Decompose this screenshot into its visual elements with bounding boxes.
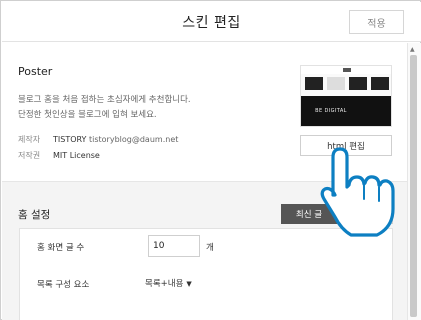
- hand-pointer-shape: [320, 147, 395, 237]
- skin-name: Poster: [18, 65, 53, 78]
- apply-button[interactable]: 적용: [349, 10, 404, 34]
- preview-tile: [371, 77, 389, 90]
- preview-tile: [349, 77, 367, 90]
- list-components-value: 목록+내용: [145, 279, 184, 289]
- preview-logo-mark: [343, 68, 351, 72]
- post-count-unit: 개: [206, 243, 214, 253]
- license-value: MIT License: [53, 151, 100, 160]
- author-email: tistoryblog@daum.net: [89, 135, 179, 144]
- preview-tile: [327, 77, 345, 90]
- list-components-label: 목록 구성 요소: [37, 280, 90, 290]
- list-components-select[interactable]: 목록+내용 ▼: [145, 277, 192, 289]
- home-settings-box: 홈 화면 글 수 개 목록 구성 요소 목록+내용▼: [19, 228, 393, 320]
- preview-tile: [305, 77, 323, 90]
- author-name: TISTORY: [53, 135, 87, 144]
- skin-description-line1: 블로그 홈을 처음 접하는 초심자에게 추천합니다.: [18, 95, 191, 105]
- license-label: 저작권: [18, 151, 41, 160]
- chevron-down-icon: ▼: [186, 280, 192, 288]
- skin-description-line2: 단정한 첫인상을 블로그에 입혀 보세요.: [18, 110, 157, 120]
- scroll-up-arrow-icon[interactable]: ▲: [410, 46, 415, 53]
- skin-description: 블로그 홈을 처음 접하는 초심자에게 추천합니다. 단정한 첫인상을 블로그에…: [18, 93, 288, 123]
- preview-top-area: [301, 66, 391, 96]
- post-count-input[interactable]: [148, 235, 200, 257]
- skin-edit-dialog: 스킨 편집 적용 Poster 블로그 홈을 처음 접하는 초심자에게 추천합니…: [0, 0, 421, 320]
- preview-hero-text: BE DIGITAL: [315, 108, 347, 114]
- skin-preview-thumbnail: BE DIGITAL: [300, 65, 392, 127]
- home-settings-title: 홈 설정: [18, 209, 51, 221]
- scrollbar-thumb[interactable]: [410, 55, 417, 317]
- post-count-label: 홈 화면 글 수: [37, 243, 85, 253]
- preview-hero-area: BE DIGITAL: [301, 96, 391, 126]
- author-label: 제작자: [18, 135, 41, 144]
- hand-pointer-icon: [320, 147, 395, 237]
- license-row: 저작권 MIT License: [18, 150, 100, 161]
- dialog-header: 스킨 편집 적용: [2, 2, 421, 42]
- author-row: 제작자 TISTORY tistoryblog@daum.net: [18, 134, 178, 145]
